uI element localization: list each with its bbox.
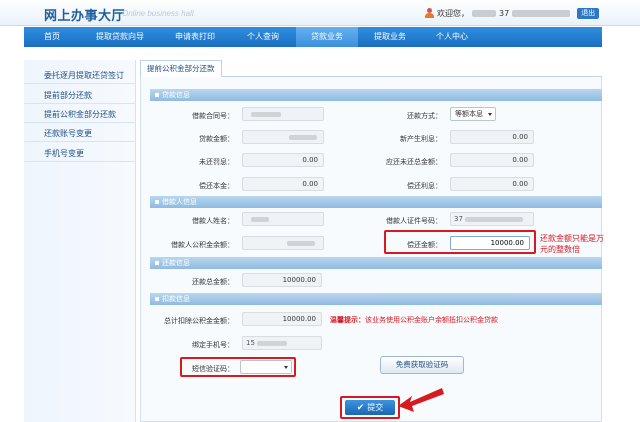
nav-item-guide[interactable]: 提取贷款向导 [80,27,160,47]
unpaid-penalty-label: 未还罚息： [199,158,234,166]
section-borrower-info: 借款人信息 [150,196,602,208]
sidebar: 委托逐月提取还贷签订 提前部分还款 提前公积金部分还款 还款账号变更 手机号变更 [24,60,136,422]
loan-amount-label: 贷款金额： [199,135,234,143]
site-logo[interactable]: 网上办事大厅 [44,5,125,24]
tab-fund-partial-prepay[interactable]: 提前公积金部分还款 [140,60,222,77]
pointer-arrow-icon [398,388,444,412]
borrower-name-label: 借款人姓名： [192,217,234,225]
main-nav: 首页 提取贷款向导 申请表打印 个人查询 贷款业务 提取业务 个人中心 [24,27,602,47]
chevron-down-icon [488,113,492,116]
section-bullet-icon [155,261,159,265]
sidebar-item-label: 提前部分还款 [44,91,92,100]
page-root: 网上办事大厅 Online business hall 欢迎您， 37 退出 首… [0,0,640,422]
due-total-label: 应还未还总金额： [386,158,442,166]
section-title: 借款人信息 [162,198,197,206]
sms-code-input[interactable] [240,360,292,374]
sidebar-item-label: 委托逐月提取还贷签订 [44,71,124,80]
check-icon: ✔ [356,403,365,413]
new-interest-label: 新产生利息： [400,135,442,143]
nav-item-loan[interactable]: 贷款业务 [296,27,358,47]
borrower-id-prefix: 37 [454,215,463,223]
sidebar-item-phone-change[interactable]: 手机号变更 [24,144,136,162]
fund-balance-field [242,236,324,250]
sidebar-item-monthly-withdraw[interactable]: 委托逐月提取还贷签订 [24,66,136,84]
sidebar-item-account-change[interactable]: 还款账号变更 [24,124,136,142]
repay-total-field: 10000.00 [242,273,322,287]
nav-item-home[interactable]: 首页 [24,27,80,47]
contract-field [242,107,324,121]
nav-item-query[interactable]: 个人查询 [230,27,296,47]
repay-principal-field: 0.00 [242,177,324,191]
contract-label: 借款合同号： [192,112,234,120]
sidebar-item-partial-prepay[interactable]: 提前部分还款 [24,86,136,104]
sms-code-label: 短信验证码： [192,365,234,373]
repay-interest-field: 0.00 [450,177,534,191]
section-title: 扣款信息 [162,295,190,303]
deduct-warning: 温馨提示：该业务使用公积金账户余额抵扣公积金贷款 [330,315,600,325]
borrower-id-label: 借款人证件号码： [386,217,442,225]
submit-button[interactable]: ✔ 提交 [345,400,395,415]
sidebar-item-label: 手机号变更 [44,149,84,158]
sidebar-item-label: 还款账号变更 [44,129,92,138]
user-icon [425,8,434,18]
section-repay-info: 还款信息 [150,257,602,269]
new-interest-field: 0.00 [450,130,534,144]
header-bar: 网上办事大厅 Online business hall 欢迎您， 37 退出 [0,0,640,26]
warning-text: 该业务使用公积金账户余额抵扣公积金贷款 [365,316,498,324]
section-title: 贷款信息 [162,91,190,99]
warning-prefix: 温馨提示： [330,316,365,324]
nav-item-print[interactable]: 申请表打印 [160,27,230,47]
repay-total-label: 还款总金额： [192,278,234,286]
borrower-id-field: 37 [450,212,534,226]
section-deduct-info: 扣款信息 [150,293,602,305]
get-code-button[interactable]: 免费获取验证码 [380,356,464,374]
section-bullet-icon [155,93,159,97]
section-bullet-icon [155,297,159,301]
section-bullet-icon [155,200,159,204]
user-id-prefix: 37 [499,8,510,18]
sidebar-item-label: 提前公积金部分还款 [44,110,116,119]
unpaid-penalty-field: 0.00 [242,153,324,167]
welcome-label: 欢迎您， [437,8,469,18]
site-logo-subtitle: Online business hall [122,9,194,18]
repay-amount-note: 还款金额只能是万元的整数倍 [540,234,604,254]
phone-field: 15 [242,336,322,350]
masked-username [472,9,496,17]
repay-amount-label: 偿还金额： [407,241,442,249]
sidebar-item-fund-partial-prepay[interactable]: 提前公积金部分还款 [24,105,136,123]
user-box: 欢迎您， 37 退出 [425,7,600,19]
repay-amount-input[interactable]: 10000.00 [450,236,530,250]
chevron-down-icon [284,366,288,369]
section-title: 还款信息 [162,259,190,267]
logout-button[interactable]: 退出 [577,7,600,19]
loan-amount-field [242,130,324,144]
repay-method-value: 等额本息 [455,110,483,118]
nav-item-withdraw[interactable]: 提取业务 [358,27,422,47]
repay-interest-label: 偿还利息： [407,182,442,190]
section-loan-info: 贷款信息 [150,89,602,101]
total-deduct-label: 总计扣除公积金金额： [164,317,234,325]
due-total-field: 0.00 [450,153,534,167]
fund-balance-label: 借款人公积金余额： [171,241,234,249]
repay-principal-label: 偿还本金： [199,182,234,190]
submit-label: 提交 [367,403,384,412]
phone-label: 绑定手机号： [192,341,234,349]
repay-method-label: 还款方式： [407,112,442,120]
phone-prefix: 15 [246,339,255,347]
repay-method-select[interactable]: 等额本息 [450,107,496,121]
masked-user-id [512,9,571,17]
nav-item-personal-center[interactable]: 个人中心 [422,27,482,47]
total-deduct-field: 10000.00 [242,312,322,326]
borrower-name-field [242,212,324,226]
